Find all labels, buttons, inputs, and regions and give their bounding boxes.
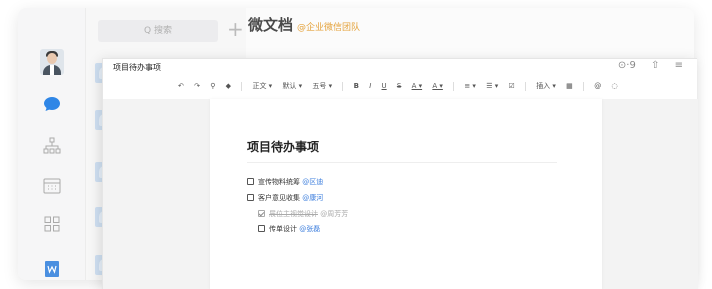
toolbar-divider [241,81,243,91]
todo-item: 展位主视觉设计 @周芳芳 [258,209,348,219]
todo-mention[interactable]: @康河 [302,194,323,202]
doc-canvas: 项目待办事项 宣传物料统筹 @区迪 客户意见收集 @康河 展位主视觉设计 @周芳… [103,99,698,289]
doc-tab-title: 项目待办事项 [113,63,161,72]
comment-icon[interactable]: ◌ [612,82,618,90]
todo-item: 宣传物料统筹 @区迪 [247,177,323,187]
todo-mention[interactable]: @张磊 [299,225,320,233]
apps-icon[interactable] [42,214,62,234]
todo-checkbox-checked[interactable] [258,210,265,217]
doc-app-icon[interactable] [42,259,62,279]
font-size-select[interactable]: 五号 ▾ [312,81,332,91]
todo-text: 客户意见收集 [258,194,300,202]
clear-format-icon[interactable]: ◆ [226,82,231,90]
todo-item: 传单设计 @张磊 [258,224,320,234]
todo-item: 客户意见收集 @康河 [247,193,323,203]
todo-text: 展位主视觉设计 [269,210,318,218]
todo-mention[interactable]: @区迪 [302,178,323,186]
chat-icon[interactable] [42,94,62,114]
collaborators-icon[interactable]: ⊙·9 [618,60,636,71]
format-toolbar: ↶ ↷ ⚲ ◆ 正文 ▾ 默认 ▾ 五号 ▾ B I U S A ▾ A ▾ ≡… [178,81,698,95]
align-select[interactable]: ≡ ▾ [464,82,476,90]
font-select[interactable]: 默认 ▾ [282,81,302,91]
insert-menu[interactable]: 插入 ▾ [536,81,556,91]
table-icon[interactable]: ▦ [566,82,573,90]
underline-button[interactable]: U [382,82,387,90]
highlight-button[interactable]: A ▾ [432,82,443,90]
font-color-button[interactable]: A ▾ [412,82,423,90]
mention-icon[interactable]: @ [594,82,601,90]
calendar-icon[interactable] [42,176,62,196]
undo-icon[interactable]: ↶ [178,82,184,90]
doc-editor-window: 项目待办事项 ⊙·9 ⇧ ≡ ↶ ↷ ⚲ ◆ 正文 ▾ 默认 ▾ 五号 ▾ B … [102,58,698,289]
share-icon[interactable]: ⇧ [651,60,659,71]
toolbar-divider [453,81,455,91]
app-title: 微文档 @企业微信团队 [248,16,361,34]
app-subtitle: @企业微信团队 [297,23,361,33]
heading-divider [247,162,557,163]
toolbar-divider [342,81,344,91]
todo-checkbox-icon[interactable]: ☑ [508,82,514,90]
doc-heading: 项目待办事项 [247,140,320,154]
italic-button[interactable]: I [369,82,371,90]
strikethrough-button[interactable]: S [397,82,401,90]
toolbar-divider [524,81,526,91]
todo-checkbox[interactable] [247,194,254,201]
paragraph-style-select[interactable]: 正文 ▾ [252,81,272,91]
list-select[interactable]: ☰ ▾ [486,82,498,90]
todo-checkbox[interactable] [258,225,265,232]
avatar[interactable] [40,49,64,75]
search-input[interactable]: Q 搜索 [98,20,218,42]
left-rail [18,8,86,280]
toolbar-divider [583,81,585,91]
add-button[interactable]: + [227,16,244,42]
todo-text: 宣传物料统筹 [258,178,300,186]
org-chart-icon[interactable] [42,136,62,156]
format-painter-icon[interactable]: ⚲ [210,82,215,90]
editor-top-actions: ⊙·9 ⇧ ≡ [606,60,683,71]
todo-checkbox[interactable] [247,178,254,185]
redo-icon[interactable]: ↷ [194,82,200,90]
menu-icon[interactable]: ≡ [675,60,683,71]
todo-mention[interactable]: @周芳芳 [320,210,348,218]
bold-button[interactable]: B [354,82,359,90]
todo-text: 传单设计 [269,225,297,233]
doc-page[interactable]: 项目待办事项 宣传物料统筹 @区迪 客户意见收集 @康河 展位主视觉设计 @周芳… [210,99,602,289]
